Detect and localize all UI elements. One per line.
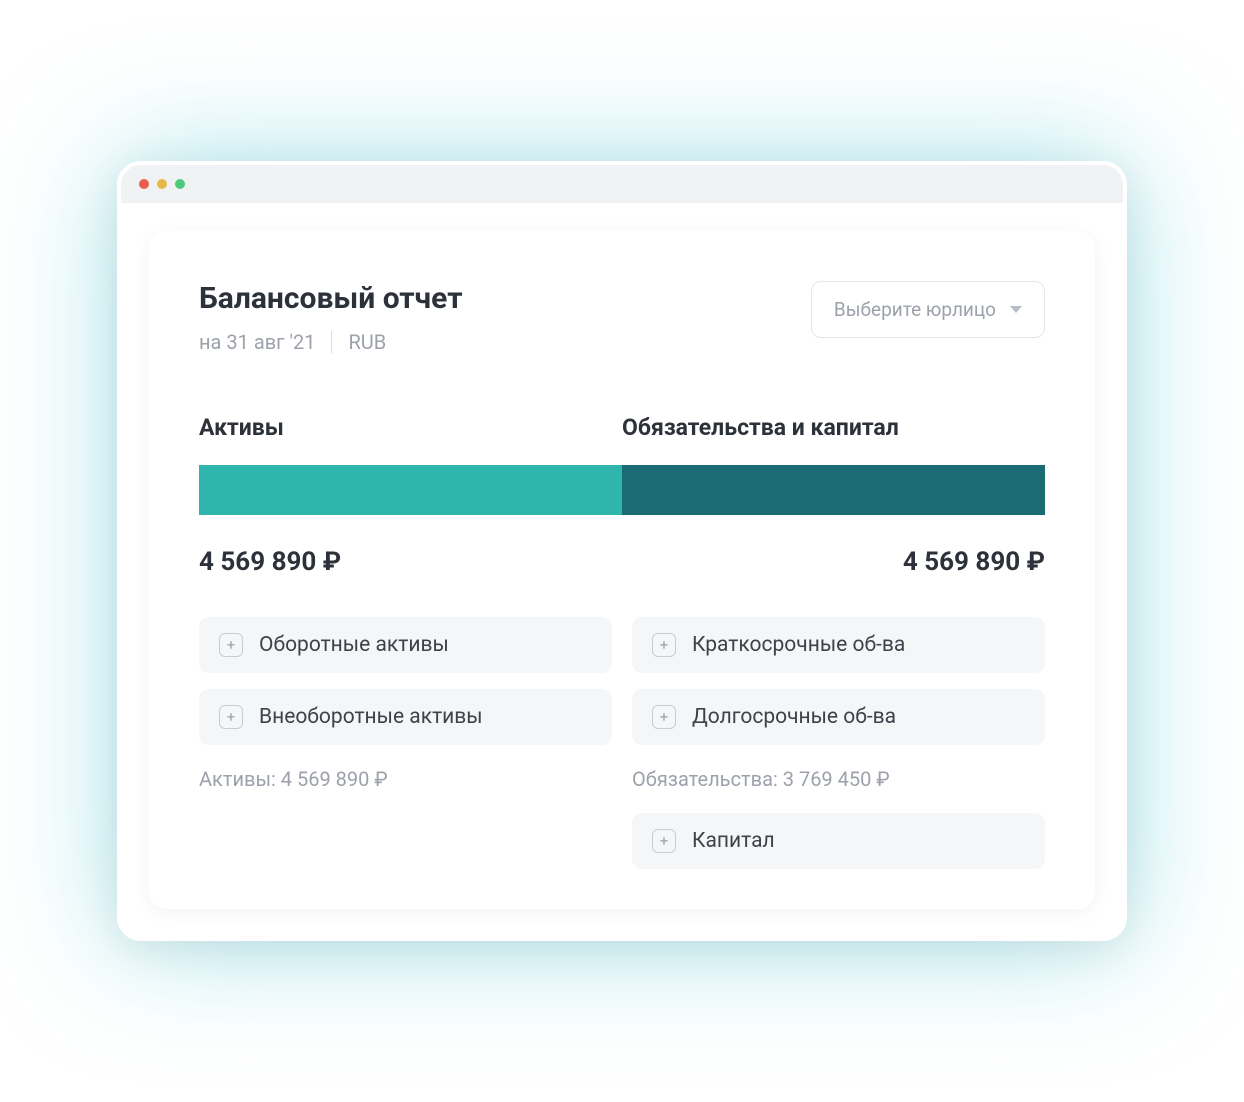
category-label: Оборотные активы (259, 633, 449, 657)
expand-icon: + (652, 829, 676, 853)
expand-icon: + (219, 633, 243, 657)
assets-header: Активы (199, 414, 622, 441)
subtitle: на 31 авг '21 RUB (199, 330, 463, 354)
window-chrome (121, 165, 1123, 203)
categories: + Оборотные активы + Внеоборотные активы… (199, 617, 1045, 869)
category-current-assets[interactable]: + Оборотные активы (199, 617, 612, 673)
columns-header: Активы Обязательства и капитал (199, 414, 1045, 441)
category-label: Внеоборотные активы (259, 705, 483, 729)
assets-total: 4 569 890 ₽ (199, 547, 341, 577)
expand-icon: + (652, 633, 676, 657)
maximize-icon[interactable] (175, 179, 185, 189)
liabilities-total: 4 569 890 ₽ (903, 547, 1045, 577)
category-short-term-liabilities[interactable]: + Краткосрочные об-ва (632, 617, 1045, 673)
dropdown-label: Выберите юрлицо (834, 298, 996, 321)
liabilities-subtotal: Обязательства: 3 769 450 ₽ (632, 761, 1045, 797)
liabilities-column: + Краткосрочные об-ва + Долгосрочные об-… (632, 617, 1045, 869)
assets-subtotal: Активы: 4 569 890 ₽ (199, 761, 612, 797)
category-capital[interactable]: + Капитал (632, 813, 1045, 869)
expand-icon: + (652, 705, 676, 729)
minimize-icon[interactable] (157, 179, 167, 189)
liabilities-header: Обязательства и капитал (622, 414, 1045, 441)
report-currency: RUB (348, 330, 386, 354)
content-card: Балансовый отчет на 31 авг '21 RUB Выбер… (149, 231, 1095, 909)
assets-bar-segment (199, 465, 622, 515)
category-long-term-liabilities[interactable]: + Долгосрочные об-ва (632, 689, 1045, 745)
header-row: Балансовый отчет на 31 авг '21 RUB Выбер… (199, 281, 1045, 354)
entity-dropdown[interactable]: Выберите юрлицо (811, 281, 1045, 338)
close-icon[interactable] (139, 179, 149, 189)
report-window: Балансовый отчет на 31 авг '21 RUB Выбер… (117, 161, 1127, 941)
title-block: Балансовый отчет на 31 авг '21 RUB (199, 281, 463, 354)
page-title: Балансовый отчет (199, 281, 463, 316)
chevron-down-icon (1010, 306, 1022, 313)
totals-row: 4 569 890 ₽ 4 569 890 ₽ (199, 547, 1045, 577)
category-noncurrent-assets[interactable]: + Внеоборотные активы (199, 689, 612, 745)
divider-icon (331, 331, 332, 353)
expand-icon: + (219, 705, 243, 729)
report-date: на 31 авг '21 (199, 330, 315, 354)
assets-column: + Оборотные активы + Внеоборотные активы… (199, 617, 612, 869)
balance-bar (199, 465, 1045, 515)
category-label: Долгосрочные об-ва (692, 705, 896, 729)
category-label: Капитал (692, 829, 775, 853)
liabilities-bar-segment (622, 465, 1045, 515)
category-label: Краткосрочные об-ва (692, 633, 905, 657)
